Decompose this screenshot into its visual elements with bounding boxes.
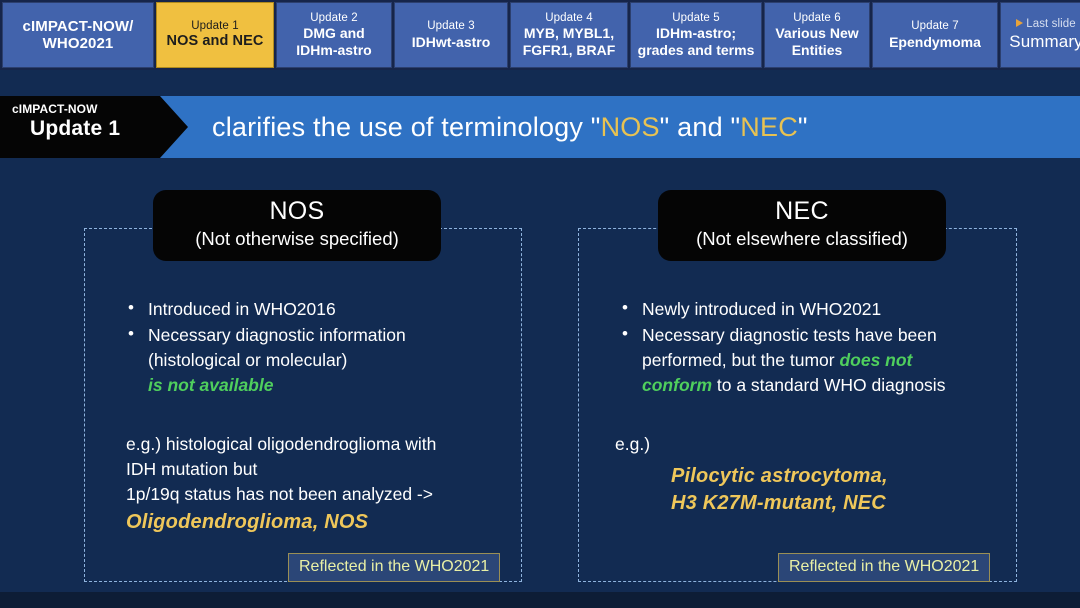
tab-update-7[interactable]: Update 7 Ependymoma xyxy=(872,2,998,68)
nec-example-block: e.g.) Pilocytic astrocytoma, H3 K27M-mut… xyxy=(615,432,1025,517)
nos-bullet-list-container: Introduced in WHO2016 Necessary diagnost… xyxy=(126,296,526,398)
tab-label-line1: cIMPACT-NOW/ xyxy=(22,17,134,35)
tab-label-line2: IDHwt-astro xyxy=(411,33,491,50)
nec-example-result-line1: Pilocytic astrocytoma, xyxy=(671,464,888,487)
list-item: Newly introduced in WHO2021 xyxy=(622,296,1020,322)
tab-label-line3: FGFR1, BRAF xyxy=(522,41,616,58)
tab-summary[interactable]: Last slide Summary xyxy=(1000,2,1080,68)
tab-label-line1: Update 1 xyxy=(191,19,239,32)
nos-example-block: e.g.) histological oligodendroglioma wit… xyxy=(126,432,536,536)
tab-update-3[interactable]: Update 3 IDHwt-astro xyxy=(394,2,508,68)
nos-bullet-list: Introduced in WHO2016 Necessary diagnost… xyxy=(126,296,526,398)
tab-label-line1: Update 4 xyxy=(545,12,593,25)
nec-reflected-badge: Reflected in the WHO2021 xyxy=(778,553,991,582)
tab-label-line2: DMG and xyxy=(303,25,365,42)
nos-bullet-2-highlight: is not available xyxy=(148,374,274,395)
tab-last-slide-row: Last slide xyxy=(1016,18,1076,31)
nec-bullet-2-highlight-a: does not xyxy=(839,349,913,370)
nec-bullet-list-container: Newly introduced in WHO2021 Necessary di… xyxy=(620,296,1020,398)
tab-label-line2: IDHm-astro; xyxy=(655,25,737,42)
update-banner: cIMPACT-NOW Update 1 clarifies the use o… xyxy=(0,96,1080,158)
nec-example-result-line2: H3 K27M-mutant, NEC xyxy=(671,491,886,514)
tab-label-line1: Update 7 xyxy=(911,20,959,33)
tab-update-4[interactable]: Update 4 MYB, MYBL1, FGFR1, BRAF xyxy=(510,2,628,68)
tab-update-6[interactable]: Update 6 Various New Entities xyxy=(764,2,870,68)
tab-label-line1: Update 6 xyxy=(793,12,841,25)
nos-expansion: (Not otherwise specified) xyxy=(195,227,399,249)
tab-label-line1: Update 5 xyxy=(672,12,720,25)
tab-update-5[interactable]: Update 5 IDHm-astro; grades and terms xyxy=(630,2,762,68)
banner-tag-small-label: cIMPACT-NOW xyxy=(12,102,98,116)
nec-bullet-2-line3: to a standard WHO diagnosis xyxy=(712,374,946,395)
slide-canvas: cIMPACT-NOW/ WHO2021 Update 1 NOS and NE… xyxy=(0,0,1080,608)
navigation-tab-bar: cIMPACT-NOW/ WHO2021 Update 1 NOS and NE… xyxy=(0,0,1080,70)
nos-bullet-2-line1: Necessary diagnostic information xyxy=(148,324,406,345)
banner-tag-big-label: Update 1 xyxy=(30,117,121,141)
footer-strip xyxy=(0,592,1080,608)
tab-update-2[interactable]: Update 2 DMG and IDHm-astro xyxy=(276,2,392,68)
tab-update-1[interactable]: Update 1 NOS and NEC xyxy=(156,2,274,68)
tab-label-line1: Last slide xyxy=(1026,18,1076,31)
nos-example-line2: IDH mutation but xyxy=(126,458,258,479)
tab-label-line3: IDHm-astro xyxy=(296,41,372,58)
tab-label-line2: Summary xyxy=(1009,31,1080,51)
nos-example-line3: 1p/19q status has not been analyzed -> xyxy=(126,483,433,504)
play-triangle-icon xyxy=(1016,19,1024,28)
banner-tag-chevron: cIMPACT-NOW Update 1 xyxy=(0,96,188,158)
nec-panel xyxy=(578,228,1017,582)
nec-expansion: (Not elsewhere classified) xyxy=(696,227,908,249)
nos-example-line1: e.g.) histological oligodendroglioma wit… xyxy=(126,434,437,454)
nec-bullet-list: Newly introduced in WHO2021 Necessary di… xyxy=(620,296,1020,398)
tab-label-line2: NOS and NEC xyxy=(166,33,264,50)
nec-bullet-2-line1: Necessary diagnostic tests have been xyxy=(642,324,937,345)
tab-label-line1: Update 2 xyxy=(310,12,358,25)
nec-bullet-2-highlight-b: conform xyxy=(642,374,712,395)
nos-reflected-badge: Reflected in the WHO2021 xyxy=(288,553,501,582)
nec-example-prefix: e.g.) xyxy=(615,434,651,454)
nec-abbreviation: NEC xyxy=(775,197,829,225)
list-item: Introduced in WHO2016 xyxy=(128,296,526,322)
nec-bullet-1-text: Newly introduced in WHO2021 xyxy=(642,299,882,319)
nos-example-result: Oligodendroglioma, NOS xyxy=(126,510,369,533)
nec-title-badge: NEC (Not elsewhere classified) xyxy=(658,190,946,261)
nec-bullet-2-line2: performed, but the tumor xyxy=(642,349,840,370)
tab-label-line2: Ependymoma xyxy=(889,33,981,50)
list-item: Necessary diagnostic tests have been per… xyxy=(622,322,1020,398)
banner-text-middle: " and " xyxy=(659,111,741,142)
banner-highlight-nos: NOS xyxy=(600,111,660,142)
tab-cimpact-who2021[interactable]: cIMPACT-NOW/ WHO2021 xyxy=(2,2,154,68)
list-item: Necessary diagnostic information (histol… xyxy=(128,322,526,398)
banner-text-prefix: clarifies the use of terminology " xyxy=(212,111,601,142)
nos-bullet-2-line2: (histological or molecular) xyxy=(148,349,348,370)
nos-bullet-1-text: Introduced in WHO2016 xyxy=(148,299,336,319)
tab-label-line3: Entities xyxy=(791,41,843,58)
tab-label-line2: MYB, MYBL1, xyxy=(523,25,615,42)
tab-label-line2: WHO2021 xyxy=(42,35,114,52)
banner-highlight-nec: NEC xyxy=(740,111,798,142)
tab-label-line3: grades and terms xyxy=(637,41,755,58)
tab-label-line2: Various New xyxy=(775,25,859,42)
nos-abbreviation: NOS xyxy=(269,197,325,225)
banner-headline: clarifies the use of terminology " NOS " a… xyxy=(212,96,808,158)
tab-label-line1: Update 3 xyxy=(427,20,475,33)
banner-text-suffix: " xyxy=(797,111,808,142)
nos-title-badge: NOS (Not otherwise specified) xyxy=(153,190,441,261)
